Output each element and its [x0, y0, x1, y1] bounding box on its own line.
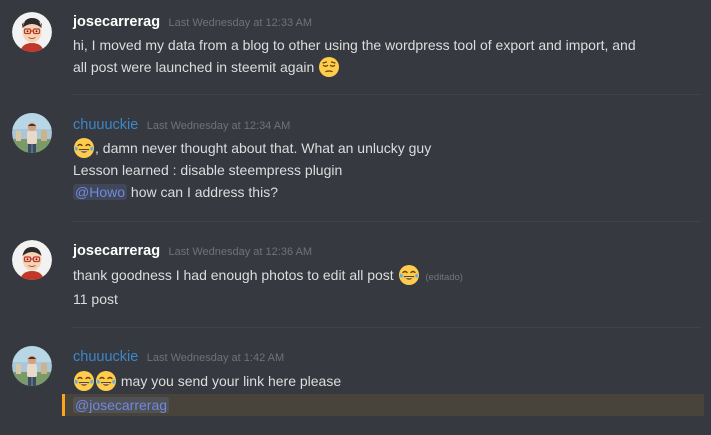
- timestamp: Last Wednesday at 12:34 AM: [146, 120, 291, 132]
- message-text: , damn never thought about that. What an…: [95, 140, 432, 156]
- message-text: thank goodness I had enough photos to ed…: [73, 267, 394, 283]
- message-divider: [72, 221, 701, 222]
- tears-of-joy-face-icon: [398, 264, 419, 285]
- message-text: Lesson learned : disable steempress plug…: [73, 162, 343, 178]
- timestamp: Last Wednesday at 1:42 AM: [146, 352, 285, 364]
- user-mention[interactable]: @Howo: [73, 184, 128, 200]
- tears-of-joy-face-icon: [74, 370, 94, 391]
- message-header: chuuuckie Last Wednesday at 12:34 AM: [73, 116, 290, 136]
- message-divider: [72, 327, 701, 328]
- message-text: all post were launched in steemit again: [73, 59, 315, 75]
- photo-avatar-icon: [12, 113, 52, 153]
- message-text-line: may you send your link here please: [73, 370, 341, 392]
- message-text-line: @josecarrerag: [73, 394, 170, 416]
- pensive-face-icon: [319, 56, 340, 77]
- username[interactable]: chuuuckie: [73, 117, 138, 133]
- tears-of-joy-face-icon: [96, 370, 116, 391]
- username[interactable]: chuuuckie: [73, 349, 138, 365]
- cartoon-avatar-icon: [12, 240, 52, 280]
- message-header: josecarrerag Last Wednesday at 12:36 AM: [73, 242, 312, 262]
- timestamp: Last Wednesday at 12:33 AM: [168, 17, 313, 29]
- message-text-line: @Howo how can I address this?: [73, 181, 278, 203]
- message-text-line: all post were launched in steemit again: [73, 56, 340, 78]
- timestamp: Last Wednesday at 12:36 AM: [168, 246, 313, 258]
- message-header: chuuuckie Last Wednesday at 1:42 AM: [73, 348, 284, 368]
- avatar[interactable]: [12, 240, 52, 280]
- tears-of-joy-face-icon: [74, 137, 94, 158]
- avatar[interactable]: [12, 12, 52, 52]
- message-text: how can I address this?: [130, 184, 278, 200]
- message-divider: [72, 94, 701, 95]
- photo-avatar-icon: [12, 346, 52, 386]
- chat-message-list: josecarrerag Last Wednesday at 12:33 AM …: [0, 0, 711, 435]
- username[interactable]: josecarrerag: [73, 243, 160, 259]
- message-text: 11 post: [73, 291, 118, 307]
- cartoon-avatar-icon: [12, 12, 52, 52]
- message-header: josecarrerag Last Wednesday at 12:33 AM: [73, 13, 312, 33]
- message-text-line: , damn never thought about that. What an…: [73, 137, 431, 159]
- username[interactable]: josecarrerag: [73, 14, 160, 30]
- avatar[interactable]: [12, 113, 52, 153]
- message-text-line: thank goodness I had enough photos to ed…: [73, 264, 463, 286]
- avatar[interactable]: [12, 346, 52, 386]
- edited-label: (editado): [425, 272, 463, 283]
- message-text: may you send your link here please: [120, 373, 342, 389]
- message-text: hi, I moved my data from a blog to other…: [73, 37, 636, 53]
- user-mention[interactable]: @josecarrerag: [73, 397, 170, 413]
